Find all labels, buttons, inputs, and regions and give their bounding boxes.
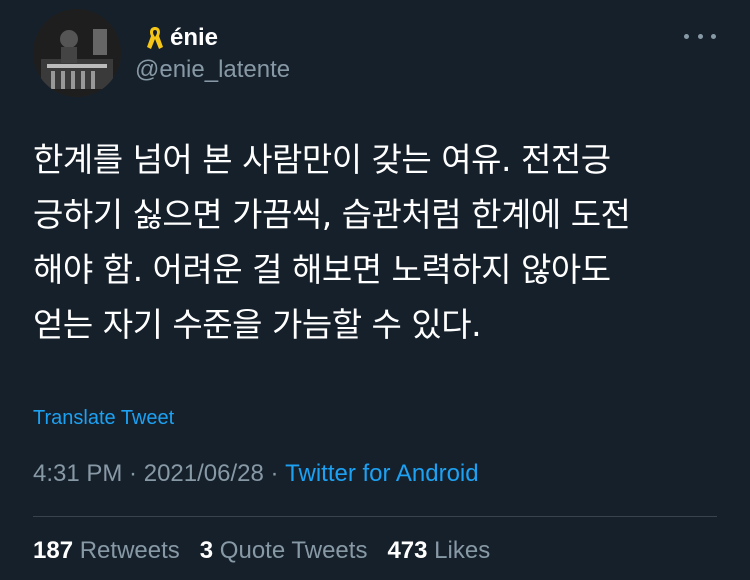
dot xyxy=(711,33,716,39)
tweet-date[interactable]: 2021/06/28 xyxy=(144,460,264,488)
quote-tweets-count: 3 xyxy=(199,537,214,564)
author-name-row[interactable]: énie xyxy=(146,24,218,52)
more-options-icon[interactable] xyxy=(684,26,716,46)
quote-tweets-label: Quote Tweets xyxy=(219,537,368,564)
display-name: énie xyxy=(170,24,219,51)
quote-tweets-stat[interactable]: 3 Quote Tweets xyxy=(200,537,368,565)
yellow-ribbon-icon xyxy=(147,27,163,49)
avatar[interactable] xyxy=(33,9,121,97)
tweet-metadata: 4:31 PM · 2021/06/28 · Twitter for Andro… xyxy=(33,460,479,488)
translate-tweet-link[interactable]: Translate Tweet xyxy=(33,407,174,430)
retweets-stat[interactable]: 187 Retweets xyxy=(33,537,180,565)
likes-label: Likes xyxy=(434,537,491,564)
tweet-text: 한계를 넘어 본 사람만이 갖는 여유. 전전긍 긍하기 싫으면 가끔씩, 습관… xyxy=(33,140,631,344)
retweets-count: 187 xyxy=(33,537,74,564)
user-handle[interactable]: @enie_latente xyxy=(135,56,290,84)
dot xyxy=(684,33,689,39)
tweet-stats: 187 Retweets 3 Quote Tweets 473 Likes xyxy=(33,537,490,565)
meta-separator: · xyxy=(263,460,286,487)
likes-stat[interactable]: 473 Likes xyxy=(387,537,490,565)
divider xyxy=(33,516,717,517)
likes-count: 473 xyxy=(387,537,428,564)
meta-separator: · xyxy=(122,460,144,487)
tweet-time[interactable]: 4:31 PM xyxy=(33,460,122,488)
tweet-source-link[interactable]: Twitter for Android xyxy=(285,460,478,488)
dot xyxy=(697,33,703,39)
retweets-label: Retweets xyxy=(79,537,180,564)
avatar-image xyxy=(33,9,121,97)
